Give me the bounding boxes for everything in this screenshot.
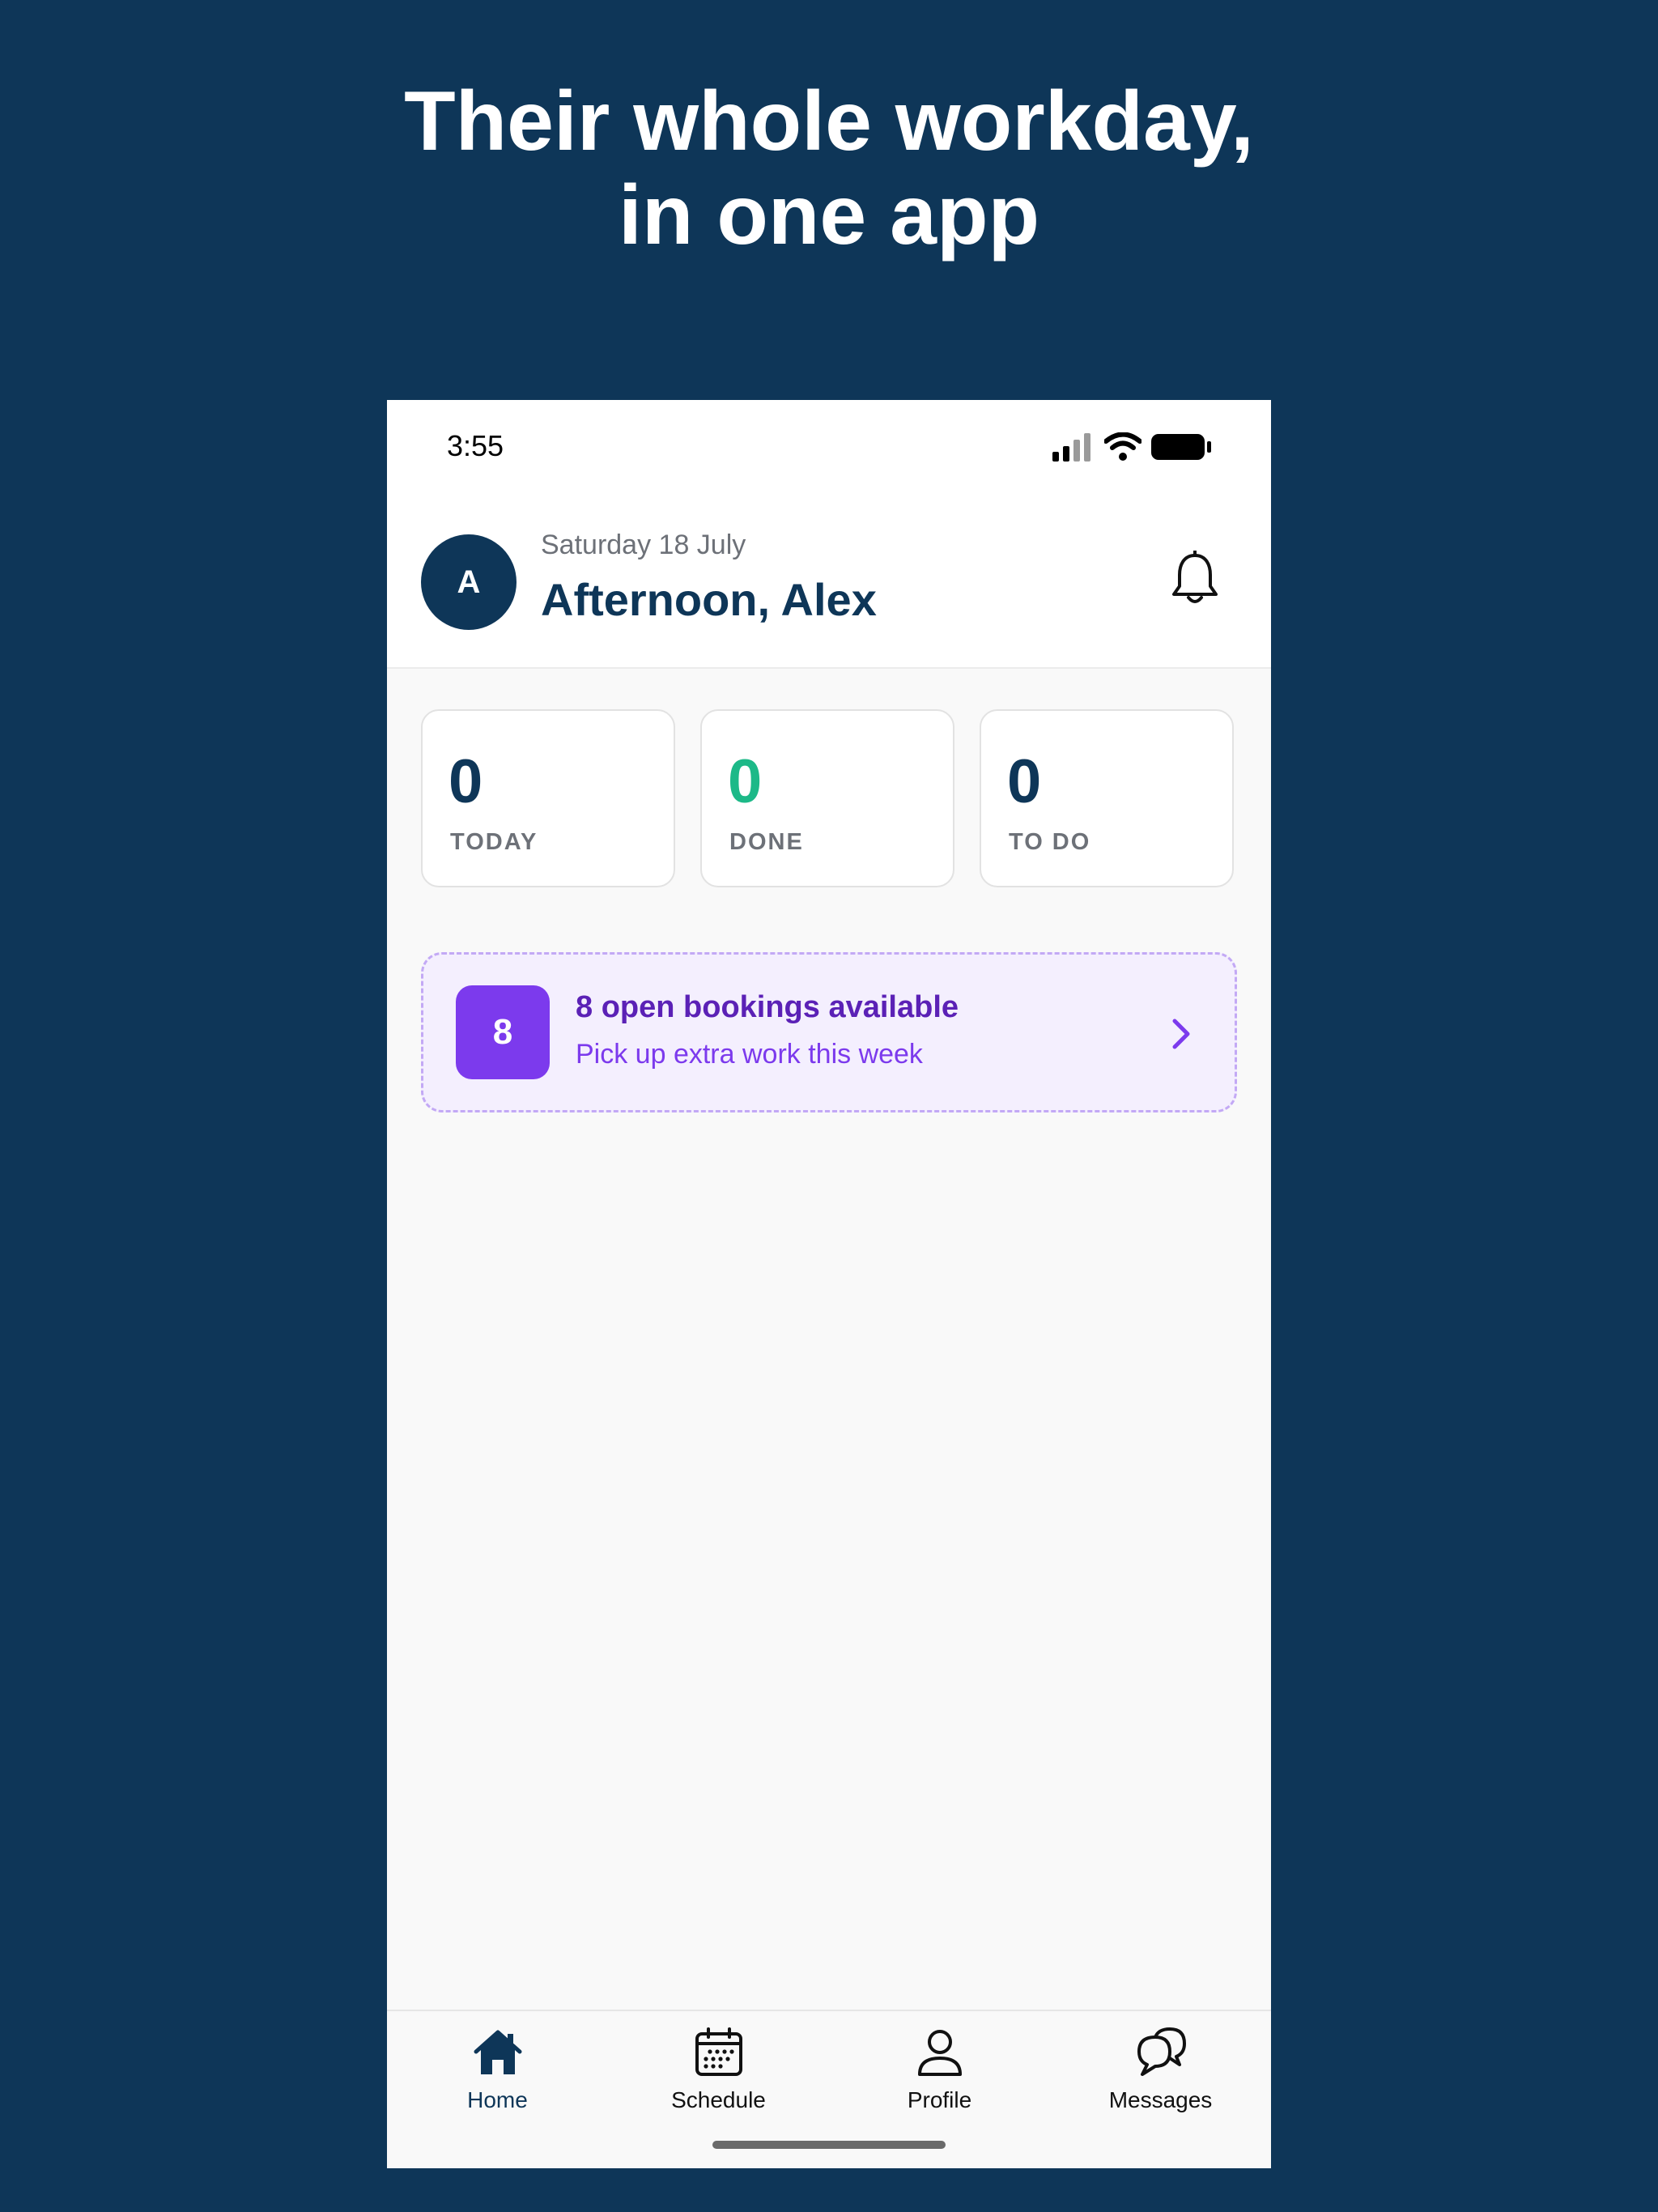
open-bookings-card[interactable]: 8 8 open bookings available Pick up extr… bbox=[421, 952, 1237, 1112]
status-time: 3:55 bbox=[447, 429, 504, 462]
stat-label: TODAY bbox=[450, 829, 538, 855]
stat-label: DONE bbox=[729, 829, 804, 855]
battery-icon bbox=[1151, 434, 1211, 460]
phone-screen: 3:55 A Saturday 18 July Afternoon, Alex bbox=[387, 400, 1271, 2168]
stat-label: TO DO bbox=[1009, 829, 1091, 855]
headline-line-2: in one app bbox=[619, 168, 1039, 262]
home-indicator bbox=[712, 2141, 946, 2149]
wifi-icon bbox=[1104, 432, 1141, 461]
tab-label: Messages bbox=[1108, 2087, 1213, 2112]
stat-value: 0 bbox=[449, 747, 483, 816]
stat-card-to-do[interactable]: 0 TO DO bbox=[980, 709, 1234, 887]
tab-label: Schedule bbox=[671, 2087, 766, 2112]
tab-label: Home bbox=[467, 2087, 528, 2112]
status-bar: 3:55 bbox=[387, 400, 1271, 497]
stat-value: 0 bbox=[728, 747, 763, 816]
signal-icon bbox=[1052, 433, 1090, 462]
home-header: A Saturday 18 July Afternoon, Alex bbox=[387, 497, 1271, 669]
calendar-icon bbox=[695, 2027, 742, 2076]
stat-card-done[interactable]: 0 DONE bbox=[700, 709, 954, 887]
promo-headline: Their whole workday, in one app bbox=[0, 74, 1658, 262]
avatar[interactable]: A bbox=[421, 534, 517, 630]
stat-card-today[interactable]: 0 TODAY bbox=[421, 709, 675, 887]
bookings-subtitle: Pick up extra work this week bbox=[576, 1039, 923, 1070]
tab-schedule[interactable]: Schedule bbox=[608, 2026, 829, 2131]
home-icon bbox=[474, 2030, 521, 2074]
stats-row: 0 TODAY 0 DONE 0 TO DO bbox=[421, 709, 1237, 891]
bell-icon[interactable] bbox=[1169, 551, 1221, 607]
bookings-title: 8 open bookings available bbox=[576, 990, 959, 1024]
tab-messages[interactable]: Messages bbox=[1050, 2026, 1271, 2131]
tab-home[interactable]: Home bbox=[387, 2026, 608, 2131]
greeting-title: Afternoon, Alex bbox=[541, 574, 877, 625]
tab-label: Profile bbox=[907, 2087, 972, 2112]
chat-bubbles-icon bbox=[1137, 2027, 1186, 2076]
stat-value: 0 bbox=[1007, 747, 1042, 816]
date-label: Saturday 18 July bbox=[541, 530, 746, 560]
chevron-right-icon bbox=[1172, 1019, 1190, 1049]
tab-profile[interactable]: Profile bbox=[829, 2026, 1050, 2131]
headline-line-1: Their whole workday, bbox=[404, 74, 1254, 168]
person-icon bbox=[917, 2030, 962, 2076]
bookings-count-badge: 8 bbox=[456, 985, 550, 1079]
